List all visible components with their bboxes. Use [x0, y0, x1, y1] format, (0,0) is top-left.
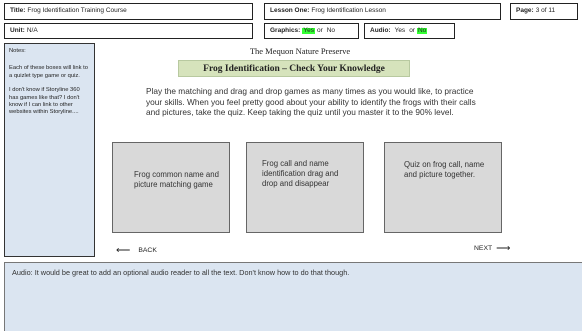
- drag-drop-game-card[interactable]: Frog call and name identification drag a…: [246, 142, 364, 233]
- notes-paragraph-1: Each of these boxes will link to a quizl…: [9, 65, 88, 79]
- instructions-text: Play the matching and drag and drop game…: [146, 86, 476, 118]
- audio-field: Audio: Yes or No: [364, 23, 455, 39]
- graphics-no-option[interactable]: No: [325, 27, 337, 35]
- back-label: BACK: [138, 247, 157, 254]
- audio-yes-option[interactable]: Yes: [393, 27, 408, 35]
- audio-note-text: Audio: It would be great to add an optio…: [12, 268, 350, 277]
- unit-field: Unit: N/A: [4, 23, 253, 39]
- page-title-banner: Frog Identification – Check Your Knowled…: [178, 60, 410, 77]
- page-value: 3 of 11: [535, 7, 556, 15]
- lesson-label: Lesson One:: [270, 7, 310, 15]
- matching-game-label: Frog common name and picture matching ga…: [134, 170, 219, 189]
- audio-or: or: [409, 26, 415, 34]
- audio-no-option[interactable]: No: [416, 27, 428, 35]
- preserve-subtitle: The Mequon Nature Preserve: [249, 46, 351, 56]
- audio-label: Audio:: [370, 26, 391, 34]
- graphics-or: or: [316, 26, 323, 34]
- title-field: Title: Frog Identification Training Cour…: [4, 3, 253, 20]
- drag-drop-game-label: Frog call and name identification drag a…: [262, 159, 339, 188]
- unit-value: N/A: [26, 26, 38, 34]
- title-value: Frog Identification Training Course: [27, 7, 127, 15]
- title-label: Title:: [10, 7, 26, 15]
- unit-label: Unit:: [10, 26, 25, 34]
- arrow-left-icon: ⟵: [116, 245, 131, 256]
- notes-paragraph-2: I don't know if Storyline 360 has games …: [9, 87, 80, 116]
- notes-panel: Notes: Each of these boxes will link to …: [4, 43, 95, 257]
- graphics-field: Graphics: Yes or No: [264, 23, 359, 39]
- lesson-field: Lesson One: Frog Identification Lesson: [264, 3, 501, 20]
- notes-title: Notes:: [9, 48, 26, 54]
- graphics-label: Graphics:: [270, 26, 301, 34]
- page-field: Page: 3 of 11: [510, 3, 578, 20]
- quiz-label: Quiz on frog call, name and picture toge…: [404, 160, 485, 179]
- next-button[interactable]: NEXT ⟶: [474, 243, 510, 254]
- next-label: NEXT: [474, 245, 493, 252]
- arrow-right-icon: ⟶: [496, 243, 511, 254]
- audio-notes-panel: Audio: It would be great to add an optio…: [4, 262, 582, 331]
- quiz-card[interactable]: Quiz on frog call, name and picture toge…: [384, 142, 502, 233]
- matching-game-card[interactable]: Frog common name and picture matching ga…: [112, 142, 230, 233]
- page-label: Page:: [516, 7, 534, 15]
- back-button[interactable]: ⟵ BACK: [116, 245, 157, 256]
- graphics-yes-option[interactable]: Yes: [302, 27, 315, 35]
- lesson-value: Frog Identification Lesson: [311, 7, 386, 15]
